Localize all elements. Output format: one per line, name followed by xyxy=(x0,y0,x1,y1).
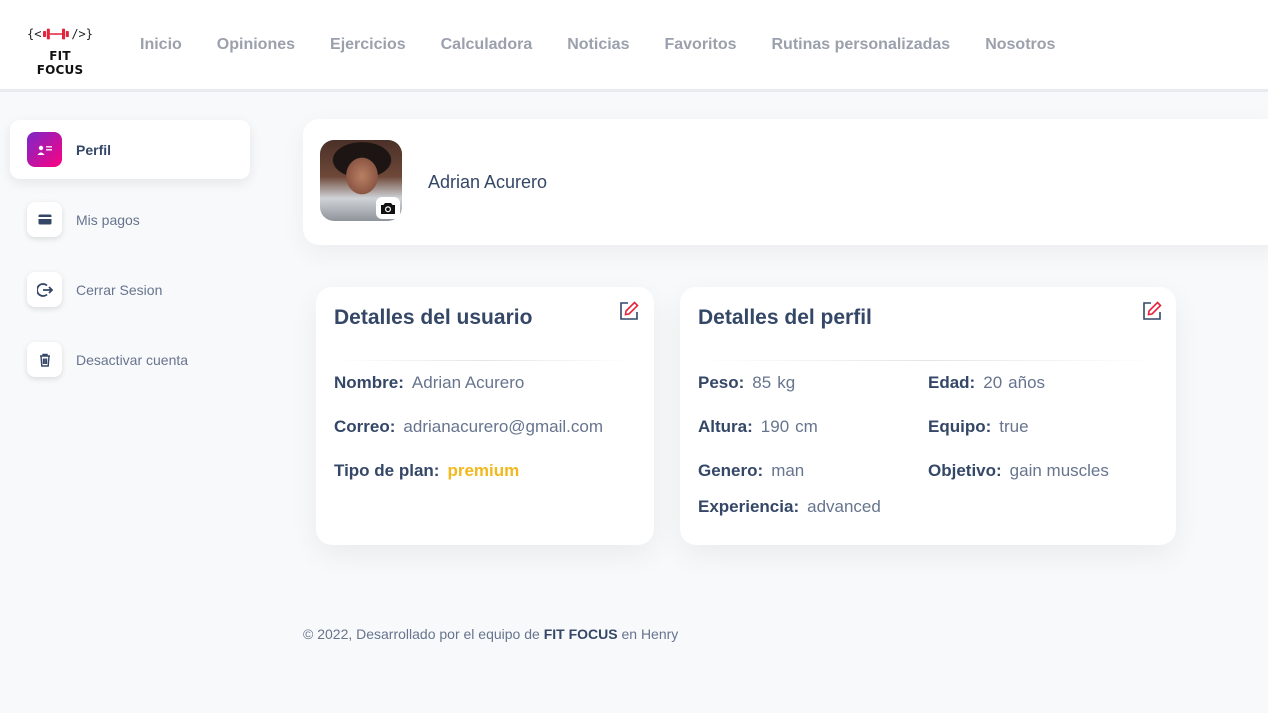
footer-brand: FIT FOCUS xyxy=(543,626,618,642)
top-header: {< />} FIT FOCUS Inicio Opiniones Ejerci… xyxy=(0,0,1268,92)
sidebar-item-label: Cerrar Sesion xyxy=(76,281,163,298)
nav-nosotros[interactable]: Nosotros xyxy=(985,35,1055,55)
profile-header-card: Adrian Acurero xyxy=(303,119,1268,245)
footer-prefix: © 2022, Desarrollado por el equipo de xyxy=(303,626,540,642)
detail-label: Peso: xyxy=(698,373,745,392)
detail-row-plan: Tipo de plan: premium xyxy=(334,461,519,481)
detail-value: Adrian Acurero xyxy=(411,373,525,392)
detail-label: Equipo: xyxy=(928,417,992,436)
edit-icon[interactable] xyxy=(617,299,641,323)
trash-icon xyxy=(27,342,62,377)
detail-row-correo: Correo: adrianacurero@gmail.com xyxy=(334,417,603,437)
profile-details-card: Detalles del perfil Peso: 85 kg Edad: 20 año… xyxy=(680,287,1176,545)
detail-row-peso: Peso: 85 kg xyxy=(698,373,795,393)
sidebar-item-perfil[interactable]: Perfil xyxy=(10,120,250,179)
detail-label: Correo: xyxy=(334,417,396,436)
card-title: Detalles del perfil xyxy=(698,306,872,329)
detail-value: gain muscles xyxy=(1009,461,1109,480)
detail-label: Nombre: xyxy=(334,373,404,392)
detail-unit: cm xyxy=(795,417,818,436)
sidebar-item-mis-pagos[interactable]: Mis pagos xyxy=(10,190,250,249)
detail-value: man xyxy=(771,461,805,480)
detail-label: Genero: xyxy=(698,461,764,480)
detail-label: Altura: xyxy=(698,417,753,436)
logo[interactable]: {< />} FIT FOCUS xyxy=(27,22,93,77)
detail-unit: kg xyxy=(777,373,796,392)
detail-value: advanced xyxy=(807,497,881,516)
detail-row-genero: Genero: man xyxy=(698,461,804,481)
sidebar-item-label: Perfil xyxy=(76,141,112,158)
card-title: Detalles del usuario xyxy=(334,306,533,329)
detail-value: adrianacurero@gmail.com xyxy=(403,417,604,436)
sidebar-item-label: Mis pagos xyxy=(76,211,140,228)
plan-badge: premium xyxy=(447,461,520,480)
detail-value: 85 xyxy=(752,373,772,392)
nav-ejercicios[interactable]: Ejercicios xyxy=(330,35,406,55)
main-nav: Inicio Opiniones Ejercicios Calculadora … xyxy=(140,35,1090,55)
detail-row-experiencia: Experiencia: advanced xyxy=(698,497,881,517)
detail-unit: años xyxy=(1008,373,1046,392)
dumbbell-icon: {< />} xyxy=(27,27,93,41)
profile-name: Adrian Acurero xyxy=(428,172,548,192)
detail-row-nombre: Nombre: Adrian Acurero xyxy=(334,373,524,393)
detail-label: Edad: xyxy=(928,373,976,392)
detail-label: Experiencia: xyxy=(698,497,800,516)
nav-opiniones[interactable]: Opiniones xyxy=(217,35,295,55)
detail-label: Tipo de plan: xyxy=(334,461,440,480)
camera-icon[interactable] xyxy=(376,197,400,219)
detail-value: 20 xyxy=(983,373,1003,392)
divider xyxy=(698,360,1158,361)
sidebar-item-desactivar-cuenta[interactable]: Desactivar cuenta xyxy=(10,330,250,389)
sidebar-item-label: Desactivar cuenta xyxy=(76,351,189,368)
detail-value: 190 xyxy=(760,417,790,436)
detail-row-equipo: Equipo: true xyxy=(928,417,1029,437)
detail-row-edad: Edad: 20 años xyxy=(928,373,1045,393)
footer: © 2022, Desarrollado por el equipo de FI… xyxy=(303,626,678,642)
nav-inicio[interactable]: Inicio xyxy=(140,35,182,55)
edit-icon[interactable] xyxy=(1140,299,1164,323)
detail-row-objetivo: Objetivo: gain muscles xyxy=(928,461,1109,481)
profile-icon xyxy=(27,132,62,167)
detail-row-altura: Altura: 190 cm xyxy=(698,417,818,437)
divider xyxy=(334,360,634,361)
nav-favoritos[interactable]: Favoritos xyxy=(664,35,736,55)
detail-label: Objetivo: xyxy=(928,461,1002,480)
logo-text: FIT FOCUS xyxy=(36,49,84,77)
nav-calculadora[interactable]: Calculadora xyxy=(441,35,533,55)
sidebar-item-cerrar-sesion[interactable]: Cerrar Sesion xyxy=(10,260,250,319)
user-details-card: Detalles del usuario Nombre: Adrian Acure… xyxy=(316,287,654,545)
footer-suffix: en Henry xyxy=(621,626,679,642)
nav-noticias[interactable]: Noticias xyxy=(567,35,629,55)
logout-icon xyxy=(27,272,62,307)
nav-rutinas-personalizadas[interactable]: Rutinas personalizadas xyxy=(771,35,950,55)
detail-value: true xyxy=(999,417,1029,436)
credit-card-icon xyxy=(27,202,62,237)
